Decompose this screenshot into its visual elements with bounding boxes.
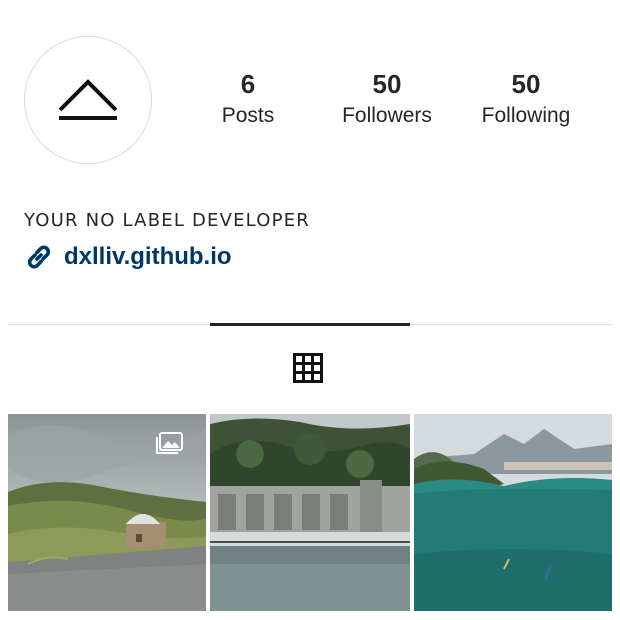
post-thumbnail-observatory[interactable] [8, 414, 206, 611]
posts-stat: 6 Posts [188, 68, 308, 130]
avatar[interactable] [24, 36, 152, 164]
website-link[interactable]: dxlliv.github.io [24, 242, 232, 272]
following-label: Following [481, 104, 571, 127]
followers-label: Followers [342, 104, 432, 127]
profile-page: 6 Posts 50 Followers 50 Following YOUR N… [0, 0, 620, 620]
collapse-chevron-underline-icon [58, 79, 118, 120]
followers-count: 50 [372, 69, 402, 99]
following-count: 50 [511, 69, 541, 99]
grid-icon [293, 353, 323, 383]
post-thumbnail-lake[interactable] [414, 414, 612, 611]
link-icon [27, 245, 51, 269]
posts-label: Posts [221, 104, 275, 127]
post-thumbnail-dam[interactable] [210, 414, 410, 611]
multiple-photos-icon [156, 432, 183, 454]
posts-count: 6 [240, 69, 256, 99]
tab-grid[interactable] [292, 352, 324, 384]
followers-stat[interactable]: 50 Followers [327, 68, 447, 130]
following-stat[interactable]: 50 Following [466, 68, 586, 130]
tab-active-indicator [210, 323, 410, 326]
bio-name: YOUR NO LABEL DEVELOPER [24, 210, 310, 231]
website-text: dxlliv.github.io [64, 243, 232, 270]
